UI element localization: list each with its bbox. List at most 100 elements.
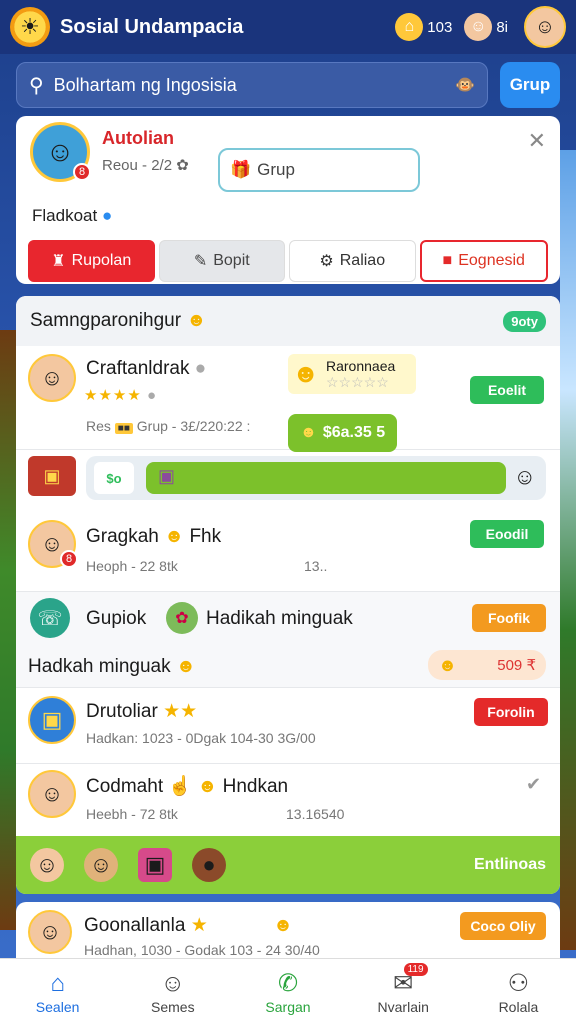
section-title-text: Samngparonihgur — [30, 310, 182, 331]
info-icon: ● — [101, 206, 113, 225]
flower-icon: ✿ — [176, 157, 189, 174]
grup-button[interactable]: Grup — [500, 62, 560, 108]
inbox-badge: 119 — [403, 963, 428, 976]
raliao-button[interactable]: ⚙ Raliao — [289, 240, 416, 282]
gift-icon: ♜ — [51, 253, 66, 270]
bopit-label: Bopit — [213, 252, 250, 269]
nav-label: Rolala — [498, 998, 539, 1015]
coins-stat[interactable]: ⌂ 103 — [395, 13, 452, 41]
row1-action-button[interactable]: Eoelit — [470, 376, 544, 404]
search-row: ⚲ 🐵 Grup — [16, 62, 560, 108]
avatar: ☺ — [28, 770, 76, 818]
smile-icon: ☻ — [186, 310, 207, 331]
search-input[interactable] — [53, 74, 456, 96]
progress-fill — [146, 462, 506, 494]
profile-label-text: Fladkoat — [32, 206, 98, 225]
green-bar-label: Entlinoas — [473, 856, 546, 873]
rating-stars: ★★★★ ● — [84, 387, 158, 404]
group-field[interactable]: 🎁 Grup — [218, 148, 420, 192]
user-avatar[interactable]: ☺ — [524, 6, 566, 48]
gift-box-icon: ▣ — [138, 848, 172, 882]
box-icon: ▣ — [158, 466, 176, 486]
score-pill[interactable]: ☻ $6a.35 5 — [288, 414, 398, 452]
nav-label: Sargan — [265, 998, 311, 1015]
list-item[interactable]: ☏ Gupiok ✿ Hadikah minguak Foofik — [16, 592, 560, 646]
reward-value: 509 ₹ — [497, 657, 536, 674]
nav-item-profile[interactable]: ⚇ Rolala — [461, 959, 576, 1024]
nav-item-inbox[interactable]: 119 ✉ Nvarlain — [346, 959, 461, 1024]
reward-pill[interactable]: ☻ 509 ₹ — [428, 650, 546, 680]
progress-track: $o ▣ ☺ — [86, 456, 546, 500]
raliao-label: Raliao — [339, 252, 386, 269]
bottom-row-action-button[interactable]: Coco Oliy — [460, 912, 546, 940]
close-icon[interactable]: ✕ — [528, 128, 546, 154]
friend-badge: 8 — [60, 550, 78, 568]
search-box: ⚲ 🐵 — [16, 62, 488, 108]
row4-label: Hadkah minguak ☻ — [28, 656, 196, 678]
section-pill[interactable]: 9oty — [503, 310, 546, 332]
friend-name: Codmaht ☝ ☻ Hndkan — [86, 774, 288, 798]
section-header: Samngparonihgur ☻ 9oty — [16, 296, 560, 346]
profile-subtitle-text: Reou - 2/2 — [102, 157, 173, 174]
scenery-left — [0, 330, 16, 930]
gift-icon: 🎁 — [230, 160, 252, 179]
profile-subtitle: Reou - 2/2 ✿ — [102, 156, 189, 174]
friends-stat[interactable]: ☺ 8i — [464, 13, 508, 41]
profile-actions: ♜ Rupolan ✎ Bopit ⚙ Raliao ■ Eognesid — [28, 240, 548, 282]
app-header: ☀ Sosial Undampacia ⌂ 103 ☺ 8i ☺ — [0, 0, 576, 54]
row2-action-button[interactable]: Eoodil — [470, 520, 544, 548]
list-item[interactable]: ☺ Codmaht ☝ ☻ Hndkan Heebh - 72 8tk 13.1… — [16, 764, 560, 838]
progress-row: ▣ $o ▣ ☺ — [16, 450, 560, 508]
friend-name-suffix: Hndkan — [222, 776, 289, 797]
baby-face-icon: ☺ — [30, 848, 64, 882]
house-icon: ⌂ — [395, 13, 424, 41]
row3-action-button[interactable]: Foofik — [472, 604, 546, 632]
nav-item-games[interactable]: ☺ Semes — [115, 959, 230, 1024]
friend-name: Gupiok — [86, 608, 147, 629]
box-avatar-icon: ▣ — [28, 696, 76, 744]
treasure-icon: ▣ — [28, 456, 76, 496]
coin-icon: ☻ — [438, 654, 457, 675]
avatar: ☺ — [28, 354, 76, 402]
list-item[interactable]: ☺ Craftanldrak ● ★★★★ ● Res ■■ Grup - 3£… — [16, 346, 560, 452]
friend-sub-right: 13.16540 — [286, 806, 345, 822]
bopit-button[interactable]: ✎ Bopit — [158, 240, 285, 282]
promo-box: ☻ Raronnaea ☆☆☆☆☆ — [288, 354, 416, 394]
nav-item-home[interactable]: ⌂ Sealen — [0, 959, 115, 1024]
thumbs-icon: ☝ — [168, 776, 193, 797]
smile-icon: ☻ — [197, 776, 218, 797]
friend-sub: Heebh - 72 8tk — [86, 806, 178, 822]
phone-icon: ✆ — [277, 969, 299, 997]
bottom-card[interactable]: ☺ Goonallanla ★ ☻ Hadhan, 1030 - Godak 1… — [16, 902, 560, 962]
progress-label: $o — [106, 470, 122, 486]
profile-label: Fladkoat ● — [32, 206, 112, 226]
friend-name-text: Codmaht — [86, 776, 164, 797]
check-icon[interactable]: ✔ — [526, 774, 541, 795]
rupolan-label: Rupolan — [71, 252, 132, 269]
star-icon: ★ — [190, 915, 208, 936]
list-item[interactable]: ▣ Drutoliar ★★ Hadkan: 1023 - 0Dgak 104-… — [16, 688, 560, 764]
row5-action-button[interactable]: Forolin — [474, 698, 548, 726]
list-item[interactable]: ☺ 8 Gragkah ☻ Fhk Heoph - 22 8tk 13.. Eo… — [16, 508, 560, 592]
section-title: Samngparonihgur ☻ — [30, 310, 206, 332]
home-icon: ⌂ — [50, 969, 65, 997]
pouch-icon: ● — [192, 848, 226, 882]
list-item[interactable]: Hadkah minguak ☻ ☻ 509 ₹ — [16, 646, 560, 688]
friend-sub-text: Grup - 3£/220:22 : — [136, 418, 251, 434]
coin-icon: ☻ — [300, 424, 317, 441]
friends-count: 8i — [496, 18, 508, 36]
smile-icon: ☺ — [160, 969, 186, 997]
baby-face-icon: ☺ — [513, 464, 536, 489]
friend-name: Drutoliar ★★ — [86, 700, 197, 723]
profile-card: ☺ 8 Autolian Reou - 2/2 ✿ 🎁 Grup ✕ Fladk… — [16, 116, 560, 284]
profile-avatar[interactable]: ☺ 8 — [30, 122, 91, 182]
nav-item-call[interactable]: ✆ Sargan — [230, 959, 345, 1024]
green-action-bar[interactable]: ☺ ☺ ▣ ● Entlinoas — [16, 836, 560, 894]
friend-sub: Res ■■ Grup - 3£/220:22 : — [86, 418, 250, 434]
star-icon: ★★ — [163, 701, 198, 722]
eognesid-button[interactable]: ■ Eognesid — [419, 240, 548, 282]
rupolan-button[interactable]: ♜ Rupolan — [28, 240, 155, 282]
coin-stack-icon: $o — [94, 462, 134, 494]
flag-icon: ■ — [442, 252, 453, 269]
friend-name: Gragkah ☻ Fhk — [86, 526, 221, 548]
